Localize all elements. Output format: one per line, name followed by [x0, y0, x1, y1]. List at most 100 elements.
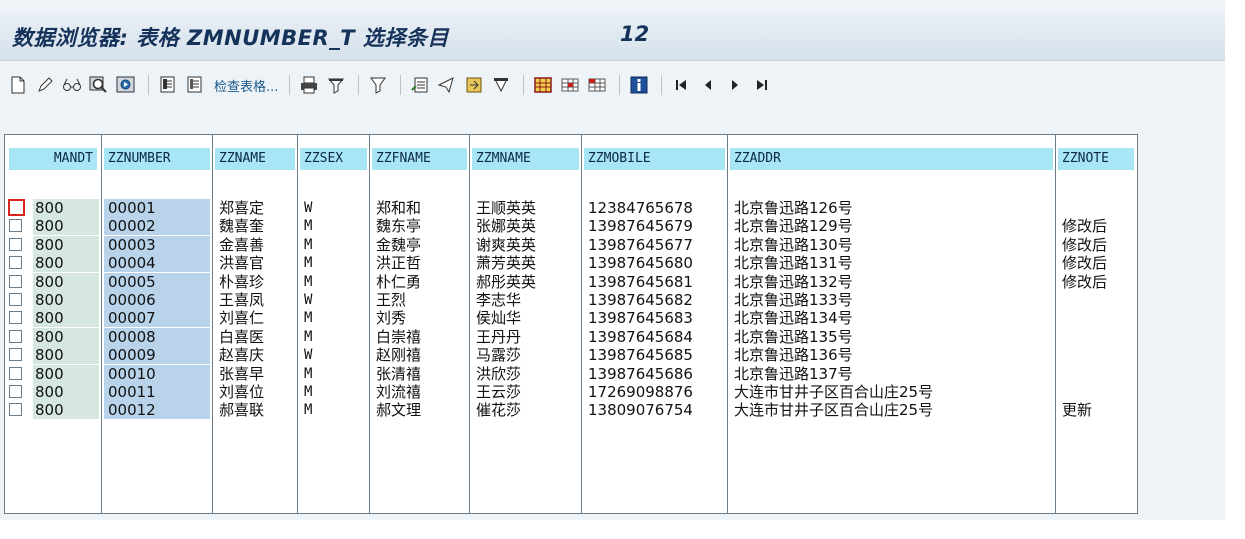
- toolbar-separator: [400, 75, 402, 95]
- cell-zzfname: 赵刚禧: [376, 346, 422, 365]
- cell-zzaddr: 北京鲁迅路132号: [734, 272, 853, 291]
- export-spreadsheet-icon[interactable]: [408, 73, 432, 97]
- cell-zzsex: M: [304, 236, 313, 253]
- information-icon[interactable]: [627, 73, 651, 97]
- cell-zzaddr: 北京鲁迅路130号: [734, 235, 853, 254]
- toolbar-separator: [523, 75, 525, 95]
- cell-zzfname: 刘流禧: [376, 383, 422, 401]
- cell-zzmobile: 13987645683: [588, 309, 693, 328]
- table-row[interactable]: 800 00004 洪喜官 M 洪正哲 萧芳英英 13987645680 北京鲁迅路131号 修…: [5, 254, 1137, 273]
- cell-zzmobile: 13987645685: [588, 346, 693, 365]
- cell-zznote: [1058, 199, 1134, 217]
- first-page-icon[interactable]: [669, 73, 693, 97]
- last-page-icon[interactable]: [750, 73, 774, 97]
- check-table-button[interactable]: 检查表格...: [214, 76, 278, 95]
- local-file-icon[interactable]: [462, 73, 486, 97]
- table-row[interactable]: 800 00001 郑喜定 W 郑和和 王顺英英 12384765678 北京鲁迅路126号: [5, 199, 1137, 217]
- next-page-icon[interactable]: [723, 73, 747, 97]
- cell-zzmname: 郝彤英英: [476, 272, 537, 291]
- check-table-2-icon[interactable]: [183, 73, 207, 97]
- table-row[interactable]: 800 00006 王喜凤 W 王烈 李志华 13987645682 北京鲁迅路133号: [5, 291, 1137, 309]
- row-select-checkbox[interactable]: [9, 329, 22, 343]
- edit-pencil-icon[interactable]: [33, 73, 57, 97]
- cell-zzmobile: 13987645681: [588, 272, 693, 291]
- table-row[interactable]: 800 00003 金喜善 M 金魏亭 谢爽英英 13987645677 北京鲁迅路130号 修…: [5, 235, 1137, 254]
- cell-zzsex: W: [304, 347, 313, 364]
- row-select-checkbox[interactable]: [9, 219, 22, 233]
- cell-mandt: 800: [33, 401, 99, 420]
- column-header-zznote[interactable]: ZZNOTE: [1058, 148, 1134, 170]
- result-table: MANDT ZZNUMBER ZZNAME ZZSEX ZZFNAME ZZMN…: [4, 134, 1138, 514]
- cell-zzfname: 刘秀: [376, 309, 407, 328]
- refresh-icon[interactable]: [114, 73, 138, 97]
- cell-zzfname: 洪正哲: [376, 254, 422, 273]
- check-table-icon[interactable]: [156, 73, 180, 97]
- cell-mandt: 800: [33, 346, 99, 365]
- table-row[interactable]: 800 00005 朴喜珍 M 朴仁勇 郝彤英英 13987645681 北京鲁迅路132号 修…: [5, 272, 1137, 291]
- cell-zzaddr: 北京鲁迅路134号: [734, 309, 853, 328]
- save-layout-icon[interactable]: [585, 73, 609, 97]
- cell-zzfname: 郝文理: [376, 401, 422, 420]
- row-select-checkbox[interactable]: [9, 403, 22, 417]
- cell-zzmobile: 12384765678: [588, 199, 693, 217]
- cell-zzsex: M: [304, 218, 313, 235]
- cell-zzname: 洪喜官: [219, 254, 265, 273]
- table-row[interactable]: 800 00012 郝喜联 M 郝文理 催花莎 13809076754 大连市甘井子区百合山庄…: [5, 401, 1137, 420]
- glasses-display-icon[interactable]: [60, 73, 84, 97]
- cell-zzmname: 侯灿华: [476, 309, 522, 328]
- abc-analysis-icon[interactable]: [489, 73, 513, 97]
- row-select-checkbox[interactable]: [9, 311, 22, 325]
- cell-zzmname: 张娜英英: [476, 217, 537, 236]
- cell-zzmname: 李志华: [476, 291, 522, 309]
- toolbar-separator: [661, 75, 663, 95]
- cell-zznumber: 00009: [104, 346, 210, 365]
- table-row[interactable]: 800 00008 白喜医 M 白崇禧 王丹丹 13987645684 北京鲁迅路135号: [5, 327, 1137, 346]
- row-select-checkbox[interactable]: [9, 366, 22, 380]
- table-row[interactable]: 800 00010 张喜早 M 张清禧 洪欣莎 13987645686 北京鲁迅路137号: [5, 364, 1137, 383]
- grid-layout-icon[interactable]: [531, 73, 555, 97]
- cell-zzsex: W: [304, 200, 313, 216]
- cell-zznote: [1058, 346, 1134, 364]
- row-select-checkbox[interactable]: [9, 274, 22, 288]
- cell-zzname: 魏喜奎: [219, 217, 265, 236]
- row-select-checkbox[interactable]: [9, 256, 22, 270]
- choose-layout-icon[interactable]: [558, 73, 582, 97]
- cell-zznote: 修改后: [1062, 254, 1108, 273]
- toolbar-separator: [619, 75, 621, 95]
- cell-zzmobile: 17269098876: [588, 383, 693, 401]
- send-mail-icon[interactable]: [435, 73, 459, 97]
- where-used-icon[interactable]: [87, 73, 111, 97]
- table-row[interactable]: 800 00011 刘喜位 M 刘流禧 王云莎 17269098876 大连市甘井子区百合山庄…: [5, 383, 1137, 401]
- column-header-mandt[interactable]: MANDT: [9, 148, 97, 170]
- cell-zzname: 刘喜位: [219, 383, 265, 401]
- new-document-icon[interactable]: [6, 73, 30, 97]
- print-icon[interactable]: [297, 73, 321, 97]
- table-row[interactable]: 800 00007 刘喜仁 M 刘秀 侯灿华 13987645683 北京鲁迅路134号: [5, 309, 1137, 328]
- cell-zzname: 王喜凤: [219, 291, 265, 309]
- row-select-checkbox[interactable]: [9, 385, 22, 398]
- column-header-zzaddr[interactable]: ZZADDR: [730, 148, 1053, 170]
- column-header-zzmname[interactable]: ZZMNAME: [472, 148, 579, 170]
- cell-zzmname: 王云莎: [476, 383, 522, 401]
- column-header-zzsex[interactable]: ZZSEX: [300, 148, 367, 170]
- row-select-checkbox[interactable]: [9, 348, 22, 362]
- row-select-checkbox[interactable]: [8, 199, 25, 216]
- filter-icon[interactable]: [366, 73, 390, 97]
- toolbar-separator: [289, 75, 291, 95]
- cell-zzaddr: 北京鲁迅路131号: [734, 254, 853, 273]
- find-icon[interactable]: [324, 73, 348, 97]
- table-row[interactable]: 800 00002 魏喜奎 M 魏东亭 张娜英英 13987645679 北京鲁迅路129号 修…: [5, 217, 1137, 236]
- cell-zznote: [1058, 309, 1134, 327]
- cell-zzfname: 王烈: [376, 291, 407, 309]
- column-header-zzname[interactable]: ZZNAME: [215, 148, 295, 170]
- row-select-checkbox[interactable]: [9, 293, 22, 306]
- table-row[interactable]: 800 00009 赵喜庆 W 赵刚禧 马露莎 13987645685 北京鲁迅路136号: [5, 346, 1137, 365]
- cell-zzmname: 萧芳英英: [476, 254, 537, 273]
- column-header-zzmobile[interactable]: ZZMOBILE: [584, 148, 725, 170]
- previous-page-icon[interactable]: [696, 73, 720, 97]
- row-select-checkbox[interactable]: [9, 237, 22, 251]
- column-header-zzfname[interactable]: ZZFNAME: [372, 148, 467, 170]
- cell-zzaddr: 北京鲁迅路135号: [734, 327, 853, 346]
- cell-zznote: [1058, 328, 1134, 346]
- column-header-zznumber[interactable]: ZZNUMBER: [104, 148, 210, 170]
